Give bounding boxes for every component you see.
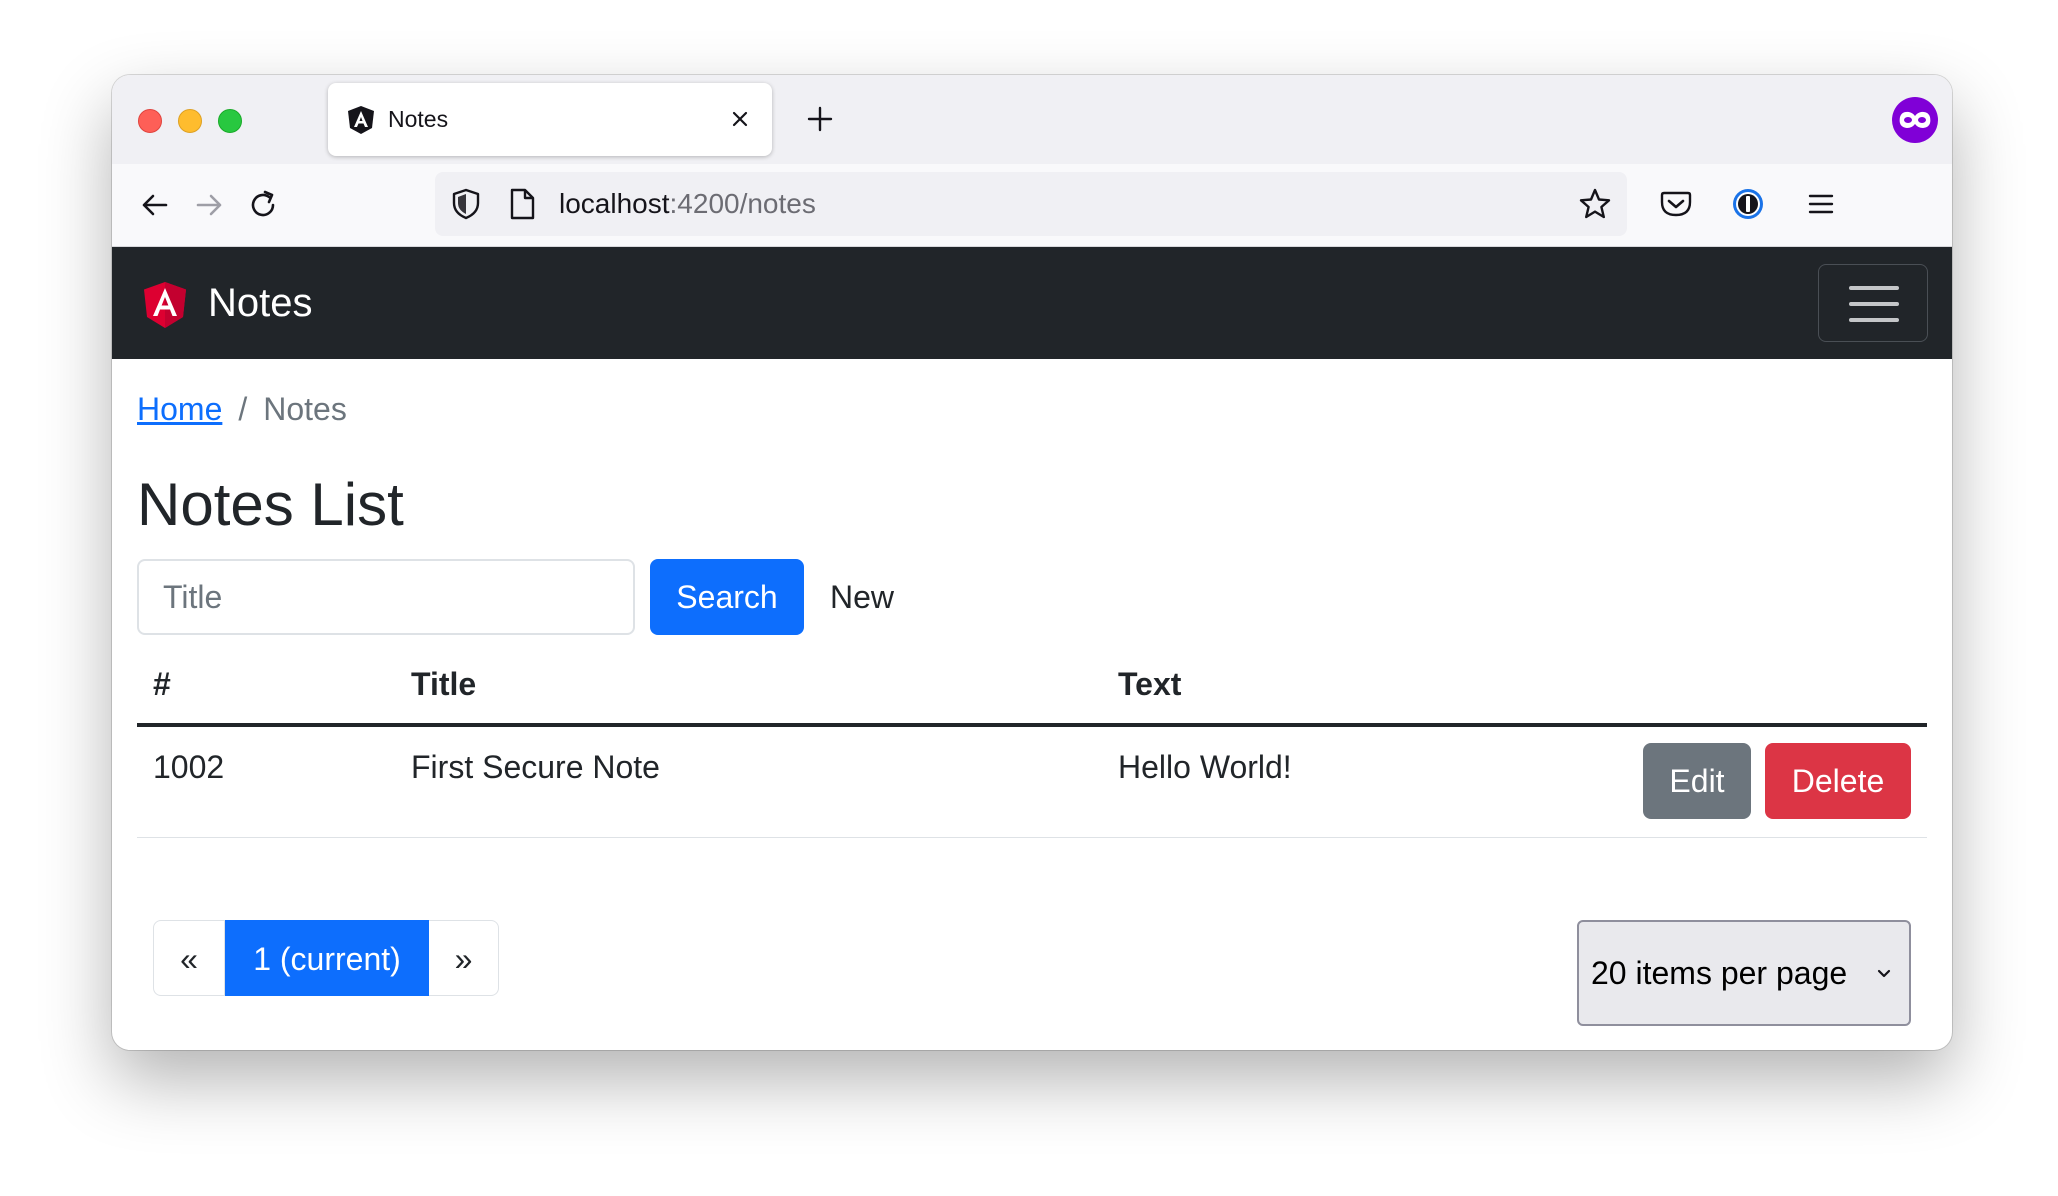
zoom-window-button[interactable] — [218, 109, 242, 133]
breadcrumb: Home / Notes — [137, 389, 347, 429]
breadcrumb-separator: / — [238, 391, 248, 427]
browser-tab[interactable]: Notes — [328, 83, 772, 156]
breadcrumb-current: Notes — [263, 391, 347, 427]
delete-button[interactable]: Delete — [1765, 743, 1911, 819]
page-title: Notes List — [137, 471, 404, 538]
pagination: « 1 (current) » — [153, 920, 499, 996]
search-button[interactable]: Search — [650, 559, 804, 635]
tab-title: Notes — [388, 106, 449, 132]
forward-icon[interactable] — [190, 186, 228, 224]
pagination-current-page[interactable]: 1 (current) — [225, 920, 429, 996]
column-header-title: Title — [395, 645, 1102, 727]
cell-text: Hello World! — [1102, 725, 1622, 838]
cell-actions: Edit Delete — [1622, 725, 1927, 838]
chevron-down-icon — [1877, 969, 1891, 978]
pagination-next-button[interactable]: » — [429, 920, 499, 996]
notes-table: # Title Text 1002 First Secure Note Hell… — [137, 645, 1927, 838]
url-bar[interactable]: localhost:4200/notes — [435, 172, 1627, 236]
browser-window: Notes localhost:4200/notes Notes Home / … — [112, 75, 1952, 1050]
new-note-link[interactable]: New — [830, 559, 894, 635]
table-row: 1002 First Secure Note Hello World! Edit… — [137, 725, 1927, 838]
reload-icon[interactable] — [244, 186, 282, 224]
bookmark-star-icon[interactable] — [1577, 186, 1613, 222]
breadcrumb-home-link[interactable]: Home — [137, 391, 222, 427]
column-header-text: Text — [1102, 645, 1622, 727]
new-tab-icon[interactable] — [800, 99, 840, 139]
brand-title[interactable]: Notes — [208, 247, 313, 359]
column-header-actions — [1622, 645, 1927, 727]
column-header-id: # — [137, 645, 395, 727]
url-text[interactable]: localhost:4200/notes — [559, 172, 816, 236]
table-header-row: # Title Text — [137, 645, 1927, 727]
page-icon[interactable] — [507, 187, 537, 221]
close-window-button[interactable] — [138, 109, 162, 133]
cell-title: First Secure Note — [395, 725, 1102, 838]
pocket-icon[interactable] — [1657, 185, 1695, 223]
items-per-page-value: 20 items per page — [1591, 955, 1848, 991]
shield-icon[interactable] — [449, 187, 483, 221]
pagination-previous-button[interactable]: « — [153, 920, 225, 996]
cell-id: 1002 — [137, 725, 395, 838]
hamburger-bar — [1849, 302, 1899, 306]
edit-button[interactable]: Edit — [1643, 743, 1751, 819]
angular-icon — [348, 106, 374, 134]
navbar-toggler-button[interactable] — [1818, 264, 1928, 342]
app-navbar: Notes — [112, 247, 1952, 359]
close-tab-icon[interactable] — [726, 105, 754, 133]
hamburger-bar — [1849, 286, 1899, 290]
browser-toolbar: localhost:4200/notes — [112, 164, 1952, 247]
back-icon[interactable] — [136, 186, 174, 224]
menu-icon[interactable] — [1802, 185, 1840, 223]
title-search-input[interactable] — [137, 559, 635, 635]
minimize-window-button[interactable] — [178, 109, 202, 133]
private-browsing-icon — [1892, 97, 1938, 143]
hamburger-bar — [1849, 318, 1899, 322]
tab-bar: Notes — [112, 75, 1952, 164]
password-manager-icon[interactable] — [1729, 185, 1767, 223]
items-per-page-select[interactable]: 20 items per page — [1577, 920, 1911, 1026]
angular-logo-icon[interactable] — [142, 281, 188, 329]
